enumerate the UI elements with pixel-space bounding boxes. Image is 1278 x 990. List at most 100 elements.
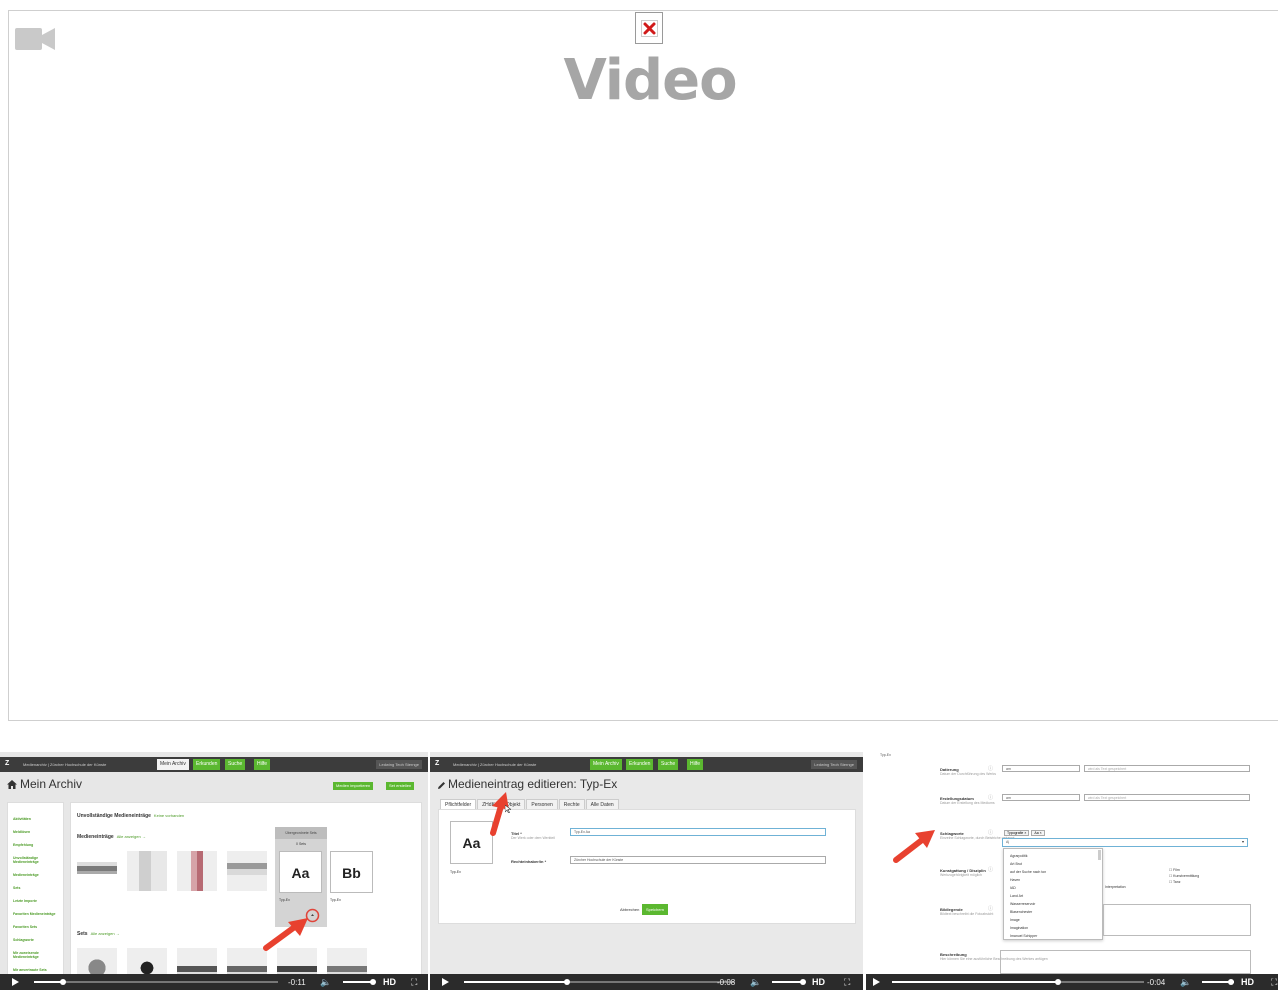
play-icon[interactable]: [873, 978, 880, 986]
sidebar-item[interactable]: Medieneinträge: [13, 873, 59, 877]
suggestion-item[interactable]: Land Art: [1010, 892, 1102, 900]
save-button[interactable]: Speichern: [642, 904, 669, 915]
media-card-aa[interactable]: Aa: [279, 851, 322, 893]
time-remaining: -0:08: [717, 978, 736, 987]
title-input[interactable]: Typ-Ex Aa: [570, 828, 826, 836]
help-icon[interactable]: ⓘ: [988, 829, 993, 836]
suggestion-item[interactable]: Art Brut: [1010, 860, 1102, 868]
hd-toggle[interactable]: HD: [812, 977, 825, 987]
volume-icon[interactable]: 🔈: [750, 977, 761, 988]
video-thumbnail-1[interactable]: Z Medienarchiv | Zürcher Hochschule der …: [0, 752, 428, 990]
volume-icon[interactable]: 🔈: [320, 977, 331, 988]
date-qualifier-select[interactable]: am: [1002, 794, 1080, 801]
red-arrow-icon: [263, 918, 308, 951]
video-thumbnail-2[interactable]: Z Medienarchiv | Zürcher Hochschule der …: [430, 752, 863, 990]
site-title: Medienarchiv | Zürcher Hochschule der Kü…: [23, 762, 107, 767]
sidebar: Aktivitäten Meldlösen Empfehlung Unvolls…: [7, 802, 64, 987]
suggestion-item[interactable]: IAD: [1010, 884, 1102, 892]
sidebar-item[interactable]: Favoriten Medieneinträge: [13, 912, 59, 916]
help-icon[interactable]: ⓘ: [988, 794, 993, 801]
chevron-down-icon[interactable]: ▾: [1242, 839, 1244, 844]
app-logo: Z: [5, 760, 10, 767]
sidebar-item[interactable]: Sets: [13, 886, 59, 890]
date-text-input[interactable]: wird als Text gespeichert: [1084, 765, 1250, 772]
nav-suche[interactable]: Suche: [225, 759, 246, 770]
sidebar-item[interactable]: Meldlösen: [13, 830, 59, 834]
nav-hilfe[interactable]: Hilfe: [687, 759, 704, 770]
nav-hilfe[interactable]: Hilfe: [254, 759, 271, 770]
play-icon[interactable]: [12, 978, 19, 986]
media-card-caption: Typ-Ex: [330, 898, 341, 902]
genre-checkbox[interactable]: ☐ Tanz: [1169, 879, 1199, 885]
sidebar-item[interactable]: Letzte Importe: [13, 899, 59, 903]
sidebar-item[interactable]: Mir anvertraute Sets: [13, 968, 59, 972]
fullscreen-icon[interactable]: ⛶: [1271, 977, 1277, 988]
seek-bar[interactable]: [892, 979, 1144, 985]
sidebar-item[interactable]: Mir zuweisende Medieneinträge: [13, 951, 59, 959]
suggestion-item[interactable]: Imagination: [1010, 924, 1102, 932]
suggestion-item[interactable]: auf der Suche nach ton: [1010, 868, 1102, 876]
suggestion-item[interactable]: Wasserreservoir: [1010, 900, 1102, 908]
help-icon[interactable]: ⓘ: [988, 866, 993, 873]
nav-erkunden[interactable]: Erkunden: [193, 759, 221, 770]
hd-toggle[interactable]: HD: [1241, 977, 1254, 987]
seek-bar[interactable]: [34, 979, 278, 985]
fullscreen-icon[interactable]: ⛶: [844, 977, 850, 988]
sidebar-item[interactable]: Schlagworte: [13, 938, 59, 942]
keyword-tag[interactable]: Aa ×: [1031, 830, 1045, 836]
sidebar-item[interactable]: Unvollständige Medieneinträge: [13, 856, 59, 864]
rights-field-label: Rechteinhaber/in *: [511, 859, 547, 864]
keyword-tag[interactable]: Typografie ×: [1004, 830, 1030, 836]
suggestion-item[interactable]: Agrarpolitik: [1010, 852, 1102, 860]
cancel-link[interactable]: Abbrechen: [620, 907, 639, 912]
date-text-input[interactable]: wird als Text gespeichert: [1084, 794, 1250, 801]
nav-erkunden[interactable]: Erkunden: [626, 759, 654, 770]
media-thumbnail[interactable]: [127, 851, 167, 891]
description-textarea[interactable]: [1000, 950, 1251, 974]
video-thumbnail-3[interactable]: Typ-Ex Datierung Datum der Durchführung d…: [866, 752, 1278, 990]
section-media: Medieneinträge Alle anzeigen →: [77, 834, 146, 840]
sidebar-item[interactable]: Empfehlung: [13, 843, 59, 847]
keyword-input[interactable]: A|: [1002, 838, 1248, 847]
seek-handle[interactable]: [60, 979, 67, 985]
volume-handle[interactable]: [800, 979, 806, 985]
media-card-bb[interactable]: Bb: [330, 851, 373, 893]
nav-mein-archiv[interactable]: Mein Archiv: [157, 759, 189, 770]
sidebar-item[interactable]: Aktivitäten: [13, 817, 59, 821]
seek-handle[interactable]: [1055, 979, 1062, 985]
player-controls: -0:04 🔈 HD ⛶: [866, 974, 1278, 990]
user-menu[interactable]: Ledwing Teoh Sternge: [376, 760, 422, 769]
help-icon[interactable]: ⓘ: [988, 905, 993, 912]
video-player[interactable]: [8, 10, 1278, 721]
fullscreen-icon[interactable]: ⛶: [411, 977, 417, 988]
archive-content: Unvollständige Medieneinträge Keine vorha…: [70, 802, 422, 988]
media-thumbnail[interactable]: [177, 851, 217, 891]
legend-textarea[interactable]: [1103, 904, 1251, 936]
hd-toggle[interactable]: HD: [383, 977, 396, 987]
help-icon[interactable]: ⓘ: [988, 765, 993, 772]
nav-suche[interactable]: Suche: [658, 759, 679, 770]
suggestion-item[interactable]: Blasenchester: [1010, 908, 1102, 916]
media-thumbnail[interactable]: [227, 851, 267, 891]
rights-input[interactable]: Zürcher Hochschule der Künste: [570, 856, 826, 864]
time-remaining: -0:11: [288, 978, 306, 987]
media-thumbnail[interactable]: [77, 851, 117, 891]
sidebar-item[interactable]: Favoriten Sets: [13, 925, 59, 929]
seek-bar-progress: [34, 981, 64, 983]
genre-options: ☐ Film ☐ Kunstvermittlung ☐ Tanz: [1169, 867, 1199, 885]
play-icon[interactable]: [442, 978, 449, 986]
suggestion-item[interactable]: Haven: [1010, 876, 1102, 884]
suggestion-item[interactable]: Imanuel Schipper: [1010, 932, 1102, 940]
nav-mein-archiv[interactable]: Mein Archiv: [590, 759, 622, 770]
seek-handle[interactable]: [563, 979, 570, 985]
import-media-button[interactable]: Medien importieren: [333, 782, 374, 790]
seek-bar[interactable]: [464, 979, 734, 985]
suggestion-item[interactable]: Image: [1010, 916, 1102, 924]
date-qualifier-select[interactable]: am: [1002, 765, 1080, 772]
create-set-button[interactable]: Set erstellen: [386, 782, 415, 790]
volume-handle[interactable]: [1228, 979, 1234, 985]
scrollbar-thumb[interactable]: [1098, 850, 1101, 860]
volume-handle[interactable]: [370, 979, 376, 985]
user-menu[interactable]: Ledwing Teoh Sternge: [811, 760, 857, 769]
volume-icon[interactable]: 🔈: [1180, 977, 1191, 988]
